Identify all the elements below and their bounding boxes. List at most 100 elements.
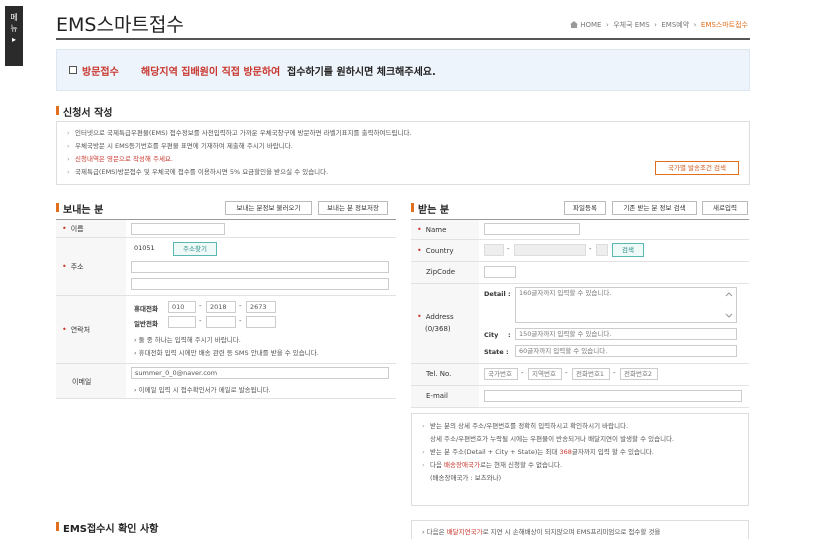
textarea-scroll-arrows[interactable]: [725, 290, 733, 320]
application-section-title: 신청서 작성: [56, 104, 112, 119]
mobile-part3-input[interactable]: 2673: [246, 301, 276, 313]
receiver-zip-row: ZipCode: [411, 262, 749, 284]
side-menu-label-1: 메: [10, 13, 18, 22]
country-name-input[interactable]: [514, 244, 586, 256]
receiver-name-input[interactable]: [484, 223, 580, 235]
state-input[interactable]: 60글자까지 입력할 수 있습니다.: [515, 345, 737, 357]
sender-name-label-cell: • 이름: [56, 220, 126, 237]
receiver-email-label: E-mail: [426, 392, 448, 400]
sender-contact-row: • 연락처 휴대전화 010 - 2018 - 2673 일반전화 - - › 둘…: [56, 296, 396, 364]
phone-part1-input[interactable]: [168, 316, 196, 328]
visit-pickup-text: 접수하기를 원하시면 체크해주세요.: [287, 67, 436, 78]
contact-note: › 둘 중 하나는 입력해 주시기 바랍니다.: [134, 336, 241, 344]
phone-part2-input[interactable]: [206, 316, 236, 328]
load-sender-button[interactable]: 보내는 분정보 불러오기: [225, 201, 312, 215]
detail-textarea[interactable]: 160글자까지 입력할 수 있습니다.: [515, 287, 737, 323]
receiver-name-label-cell: • Name: [411, 220, 479, 239]
receiver-notice-line: 받는 분의 상세 주소/우편번호를 정확히 입력하시고 확인하시기 바랍니다.: [422, 420, 738, 433]
receiver-tel-label-cell: Tel. No.: [411, 364, 479, 385]
country-search-button[interactable]: 검색: [612, 243, 644, 257]
receiver-notice-line: 받는 분 주소(Detail + City + State)는 최대 368글자…: [422, 446, 738, 459]
notice-item: 우체국방문 시 EMS등기번호를 우편물 표면에 기재하여 제출해 주시기 바랍…: [67, 140, 739, 153]
side-menu-label-2: 뉴: [10, 24, 18, 33]
sender-address1-input[interactable]: [131, 261, 389, 273]
breadcrumb: HOME › 우체국 EMS › EMS예약 › EMS스마트접수: [570, 20, 748, 30]
title-divider: [56, 38, 750, 40]
sender-address2-input[interactable]: [131, 278, 389, 290]
chevron-right-icon: ▸: [11, 35, 16, 44]
tel-number1-input[interactable]: 전화번호1: [572, 368, 610, 380]
breadcrumb-ems-reserve[interactable]: EMS예약: [661, 21, 689, 29]
receiver-zip-label-cell: ZipCode: [411, 262, 479, 283]
country-code-input[interactable]: [484, 244, 504, 256]
tel-area-input[interactable]: 지역번호: [528, 368, 562, 380]
breadcrumb-ems[interactable]: 우체국 EMS: [613, 21, 649, 29]
receiver-email-label-cell: E-mail: [411, 386, 479, 407]
city-input[interactable]: 150글자까지 입력할 수 있습니다.: [515, 328, 737, 340]
confirm-section-title: EMS접수시 확인 사항: [56, 520, 158, 535]
sender-email-row: 이메일 summer_0_0@naver.com › 이메일 입력 시 접수확인…: [56, 364, 396, 399]
receiver-zip-input[interactable]: [484, 266, 516, 278]
sender-address-row: • 주소 01051 주소찾기: [56, 238, 396, 296]
city-colon: :: [508, 331, 511, 339]
page-title: EMS스마트접수: [56, 14, 184, 36]
receiver-email-input[interactable]: [484, 390, 742, 402]
breadcrumb-separator: ›: [654, 21, 657, 29]
notice-highlight: 배달지연국가: [446, 528, 483, 536]
receiver-name-row: • Name: [411, 220, 749, 240]
home-icon: [570, 21, 578, 28]
dash: -: [199, 302, 202, 310]
receiver-section-title: 받는 분: [411, 201, 449, 216]
email-note: › 이메일 입력 시 접수확인서가 메일로 발송됩니다.: [134, 386, 271, 394]
dash: -: [613, 369, 616, 377]
breadcrumb-home[interactable]: HOME: [580, 21, 601, 29]
sender-name-input[interactable]: [131, 223, 225, 235]
country-condition-button[interactable]: 국가별 발송조건 검색: [655, 161, 739, 175]
phone-part3-input[interactable]: [246, 316, 276, 328]
dash: -: [589, 245, 592, 253]
file-upload-button[interactable]: 파일등록: [564, 201, 606, 215]
save-sender-button[interactable]: 보내는 분 정보저장: [318, 201, 388, 215]
receiver-address-row: • Address (0/368) Detail : 160글자까지 입력할 수 …: [411, 284, 749, 364]
mobile-part2-input[interactable]: 2018: [206, 301, 236, 313]
visit-pickup-highlight: 해당지역 집배원이 직접 방문하여: [141, 67, 281, 78]
confirm-notice-line: › 다음은 배달지연국가로 지연 시 손해배상이 되지않으며 EMS프리미엄으로…: [422, 528, 661, 536]
confirm-notice: › 다음은 배달지연국가로 지연 시 손해배상이 되지않으며 EMS프리미엄으로…: [411, 520, 749, 539]
mobile-part1-input[interactable]: 010: [168, 301, 196, 313]
receiver-country-label-cell: • Country: [411, 240, 479, 261]
visit-pickup-box: 방문접수 해당지역 집배원이 직접 방문하여 접수하기를 원하시면 체크해주세요…: [56, 49, 750, 91]
tel-country-input[interactable]: 국가번호: [484, 368, 518, 380]
search-receiver-button[interactable]: 기존 받는 분 정보 검색: [612, 201, 697, 215]
application-notice: 인터넷으로 국제특급우편물(EMS) 접수정보를 사전입력하고 가까운 우체국창…: [56, 121, 750, 185]
side-menu-tab[interactable]: 메 뉴 ▸: [5, 6, 23, 66]
contact-note-1: 둘 중 하나는 입력해 주시기 바랍니다.: [138, 336, 241, 344]
email-note-text: 이메일 입력 시 접수확인서가 메일로 발송됩니다.: [138, 386, 271, 394]
address-count: (0/368): [425, 325, 451, 333]
receiver-country-label: Country: [425, 247, 454, 255]
sender-name-label: 이름: [70, 225, 84, 233]
receiver-country-row: • Country - - 검색: [411, 240, 749, 262]
notice-item: 신청내역은 영문으로 작성해 주세요.: [67, 153, 739, 166]
dash: -: [239, 317, 242, 325]
notice-highlight: 368: [559, 448, 572, 456]
notice-text: 글자까지 입력 할 수 있습니다.: [571, 448, 654, 456]
country-extra-input[interactable]: [596, 244, 608, 256]
receiver-email-row: E-mail: [411, 386, 749, 408]
receiver-form: • Name • Country - - 검색 ZipCode • Address (…: [411, 219, 749, 409]
dash: -: [521, 369, 524, 377]
sender-section-title: 보내는 분: [56, 201, 103, 216]
notice-item: 인터넷으로 국제특급우편물(EMS) 접수정보를 사전입력하고 가까운 우체국창…: [67, 127, 739, 140]
zip-search-button[interactable]: 주소찾기: [173, 242, 217, 256]
receiver-name-label: Name: [425, 226, 447, 234]
dash: -: [507, 245, 510, 253]
receiver-address-label-cell: • Address (0/368): [411, 284, 479, 363]
sender-email-label: 이메일: [72, 378, 92, 386]
sender-email-input[interactable]: summer_0_0@naver.com: [131, 367, 389, 379]
visit-pickup-checkbox[interactable]: [69, 66, 77, 74]
contact-note-2: 휴대전화 입력 시에만 배송 관련 등 SMS 안내를 받을 수 있습니다.: [138, 349, 319, 357]
phone-label: 일반전화: [134, 320, 158, 328]
new-receiver-button[interactable]: 새로입력: [702, 201, 748, 215]
tel-number2-input[interactable]: 전화번호2: [620, 368, 658, 380]
detail-label: Detail :: [484, 290, 511, 298]
breadcrumb-separator: ›: [605, 21, 609, 29]
